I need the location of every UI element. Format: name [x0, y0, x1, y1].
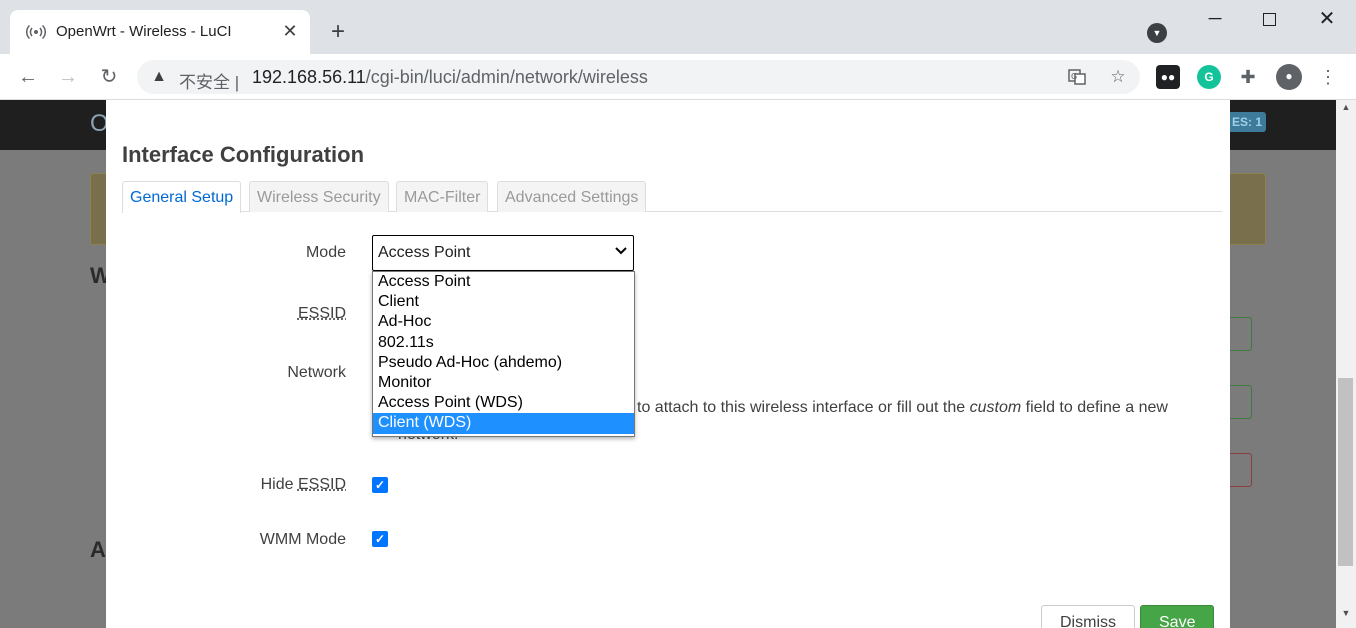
window-minimize-button[interactable]: ─: [1205, 8, 1225, 28]
mode-option[interactable]: Pseudo Ad-Hoc (ahdemo): [373, 353, 634, 373]
new-tab-button[interactable]: +: [326, 20, 350, 44]
mode-select-value: Access Point: [378, 244, 471, 261]
url-host: 192.168.56.11: [252, 67, 366, 87]
scroll-thumb[interactable]: [1338, 378, 1353, 566]
mode-option[interactable]: Client: [373, 292, 634, 312]
url-path: /cgi-bin/luci/admin/network/wireless: [365, 67, 648, 87]
mode-option[interactable]: Monitor: [373, 373, 634, 393]
reload-icon[interactable]: ↻: [96, 64, 122, 90]
address-bar[interactable]: ▲ 不安全 | 192.168.56.11/cgi-bin/luci/admin…: [137, 60, 1140, 94]
mode-select[interactable]: Access Point: [372, 235, 634, 271]
page-content: O ES: 1 W A Interface Configuration Gene…: [0, 100, 1336, 628]
mode-option[interactable]: Access Point (WDS): [373, 393, 634, 413]
essid-label: ESSID: [297, 305, 346, 322]
tab-advanced-settings[interactable]: Advanced Settings: [497, 181, 647, 212]
mode-label: Mode: [305, 244, 346, 261]
mode-option[interactable]: Access Point: [373, 272, 634, 292]
network-label: Network: [287, 364, 346, 381]
chevron-down-icon: [615, 245, 627, 260]
hide-essid-label: Hide ESSID: [260, 476, 346, 493]
page-scrollbar[interactable]: ▲ ▼: [1336, 100, 1356, 628]
window-close-button[interactable]: ✕: [1316, 8, 1338, 30]
grammarly-icon[interactable]: G: [1197, 65, 1221, 89]
mode-dropdown-list: Access Point Client Ad-Hoc 802.11s Pseud…: [372, 271, 635, 437]
modal-title: Interface Configuration: [122, 142, 365, 167]
browser-toolbar: ← → ↻ ▲ 不安全 | 192.168.56.11/cgi-bin/luci…: [0, 54, 1356, 100]
tab-mac-filter[interactable]: MAC-Filter: [396, 181, 489, 212]
mode-option[interactable]: 802.11s: [373, 333, 634, 353]
config-tabs: General Setup Wireless Security MAC-Filt…: [122, 181, 1222, 213]
translate-icon[interactable]: G: [1067, 67, 1087, 87]
tab-general-setup[interactable]: General Setup: [122, 181, 242, 213]
extension-glasses-icon[interactable]: ●●: [1156, 65, 1180, 89]
save-button[interactable]: Save: [1140, 605, 1215, 628]
hide-essid-checkbox[interactable]: ✓: [372, 477, 388, 493]
mode-option-highlighted[interactable]: Client (WDS): [373, 413, 634, 434]
svg-text:G: G: [1071, 72, 1077, 81]
security-label[interactable]: 不安全 |: [179, 68, 239, 93]
mode-option[interactable]: Ad-Hoc: [373, 312, 634, 332]
url-text[interactable]: 192.168.56.11/cgi-bin/luci/admin/network…: [252, 67, 648, 88]
browser-tab-strip: OpenWrt - Wireless - LuCI ✕ + ▼ ─ ✕: [0, 0, 1356, 54]
wireless-favicon-icon: [26, 22, 46, 42]
background-heading-associated: A: [90, 537, 106, 562]
dismiss-button[interactable]: Dismiss: [1041, 605, 1135, 628]
browser-tab[interactable]: OpenWrt - Wireless - LuCI ✕: [10, 10, 310, 54]
bookmark-star-icon[interactable]: ☆: [1108, 67, 1128, 87]
window-maximize-button[interactable]: [1263, 13, 1276, 26]
browser-menu-icon[interactable]: ⋮: [1316, 65, 1340, 89]
changes-badge[interactable]: ES: 1: [1228, 112, 1266, 132]
scroll-down-icon[interactable]: ▼: [1336, 608, 1356, 624]
profile-avatar-icon[interactable]: ●: [1276, 64, 1302, 90]
forward-icon[interactable]: →: [55, 64, 81, 90]
scroll-up-icon[interactable]: ▲: [1336, 102, 1356, 118]
interface-configuration-modal: Interface Configuration General Setup Wi…: [106, 100, 1230, 628]
network-help-text: to attach to this wireless interface or …: [637, 399, 1168, 416]
extensions-puzzle-icon[interactable]: ✚: [1236, 65, 1260, 89]
warning-icon[interactable]: ▲: [149, 67, 169, 87]
wmm-mode-label: WMM Mode: [259, 531, 346, 548]
back-icon[interactable]: ←: [15, 64, 41, 90]
tab-search-icon[interactable]: ▼: [1147, 23, 1167, 43]
tab-wireless-security[interactable]: Wireless Security: [249, 181, 389, 212]
tab-title: OpenWrt - Wireless - LuCI: [56, 23, 232, 40]
tab-close-icon[interactable]: ✕: [280, 21, 300, 41]
wmm-mode-checkbox[interactable]: ✓: [372, 531, 388, 547]
